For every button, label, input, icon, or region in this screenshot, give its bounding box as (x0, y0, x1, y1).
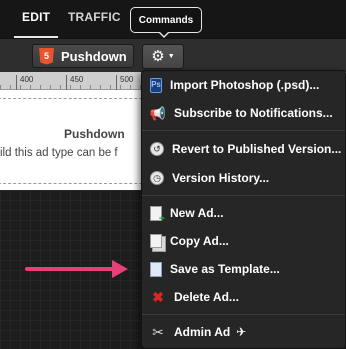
ad-type-button[interactable]: 5 Pushdown (32, 44, 134, 68)
ad-preview-title: Pushdown (64, 127, 125, 141)
commands-button[interactable]: ⚙ ▼ (142, 44, 184, 69)
tools-icon: ✂ (152, 324, 164, 340)
menu-separator (142, 314, 345, 315)
html5-icon: 5 (39, 47, 54, 65)
menu-separator (142, 130, 345, 131)
ad-type-label: Pushdown (61, 48, 127, 64)
menu-separator (142, 195, 345, 196)
editor-toolbar: 5 Pushdown ⚙ ▼ (0, 38, 346, 72)
menu-item-label: Subscribe to Notifications... (174, 106, 333, 120)
ruler-mark: 500 (116, 75, 133, 90)
menu-item-label: New Ad... (170, 206, 224, 220)
commands-menu: Ps Import Photoshop (.psd)... 📢 Subscrib… (141, 70, 346, 349)
copy-icon (150, 234, 162, 248)
annotation-arrow-shaft (25, 267, 117, 271)
menu-item-label: Import Photoshop (.psd)... (170, 78, 320, 92)
menu-item-revert-published[interactable]: ↺ Revert to Published Version... (142, 138, 345, 160)
template-icon (150, 261, 162, 277)
menu-item-label: Admin Ad (174, 325, 231, 339)
airplane-icon: ✈ (236, 325, 247, 339)
megaphone-icon: 📢 (149, 105, 167, 121)
photoshop-icon: Ps (150, 77, 162, 93)
menu-item-version-history[interactable]: ◷ Version History... (142, 167, 345, 189)
menu-item-save-as-template[interactable]: Save as Template... (142, 258, 345, 280)
menu-item-label: Version History... (172, 171, 270, 185)
commands-tooltip: Commands (130, 7, 202, 33)
ruler-mark: 450 (66, 75, 83, 90)
menu-item-label: Save as Template... (170, 262, 280, 276)
delete-x-icon: ✖ (152, 289, 164, 305)
menu-item-admin-ad[interactable]: ✂ Admin Ad ✈ (142, 321, 345, 343)
ad-preview-description: ild this ad type can be f (0, 147, 118, 159)
history-clock-icon: ◷ (150, 171, 164, 185)
menu-item-copy-ad[interactable]: Copy Ad... (142, 230, 345, 252)
menu-item-import-photoshop[interactable]: Ps Import Photoshop (.psd)... (142, 74, 345, 96)
tooltip-pointer-fill (159, 31, 169, 36)
tab-edit[interactable]: EDIT (22, 10, 50, 24)
menu-item-delete-ad[interactable]: ✖ Delete Ad... (142, 286, 345, 308)
caret-down-icon: ▼ (167, 53, 175, 60)
revert-clock-icon: ↺ (150, 142, 164, 156)
tab-traffic[interactable]: TRAFFIC (68, 10, 121, 24)
menu-item-subscribe-notifications[interactable]: 📢 Subscribe to Notifications... (142, 102, 345, 124)
menu-item-label: Revert to Published Version... (172, 142, 342, 156)
ruler-mark: 400 (16, 75, 33, 90)
menu-item-label: Copy Ad... (170, 234, 229, 248)
menu-item-label: Delete Ad... (174, 290, 239, 304)
annotation-arrow-head (112, 260, 128, 278)
menu-item-new-ad[interactable]: New Ad... (142, 202, 345, 225)
gear-icon: ⚙ (151, 48, 165, 65)
new-document-icon (150, 205, 165, 225)
